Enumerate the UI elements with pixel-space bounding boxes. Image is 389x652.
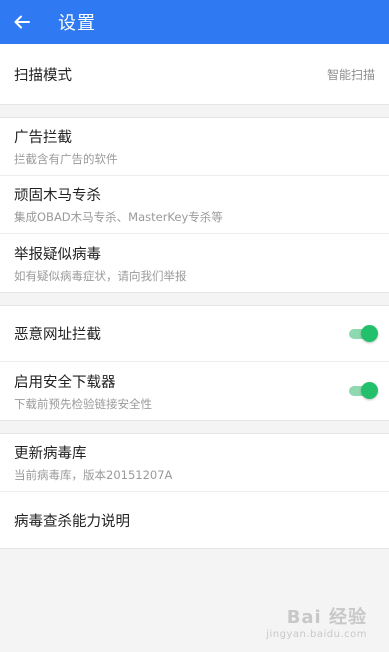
trojan-killer-item[interactable]: 顽固木马专杀 集成OBAD木马专杀、MasterKey专杀等 [0,176,389,234]
back-button[interactable] [2,0,42,44]
protection-section: 广告拦截 拦截含有广告的软件 顽固木马专杀 集成OBAD木马专杀、MasterK… [0,117,389,293]
ad-block-subtitle: 拦截含有广告的软件 [14,152,118,166]
report-virus-item[interactable]: 举报疑似病毒 如有疑似病毒症状，请向我们举报 [0,234,389,292]
detection-capability-item[interactable]: 病毒查杀能力说明 [0,492,389,548]
safe-downloader-subtitle: 下载前预先检验链接安全性 [14,396,152,411]
scan-mode-label: 扫描模式 [14,67,72,84]
update-virus-db-title: 更新病毒库 [14,446,87,462]
watermark-url: jingyan.baidu.com [266,629,367,640]
safe-downloader-title: 启用安全下载器 [14,374,116,391]
top-app-bar: 设置 [0,0,389,44]
arrow-left-icon [14,15,30,29]
trojan-killer-title: 顽固木马专杀 [14,188,101,204]
scan-mode-item[interactable]: 扫描模式 智能扫描 [0,44,389,104]
malicious-url-block-item[interactable]: 恶意网址拦截 [0,306,389,362]
trojan-killer-subtitle: 集成OBAD木马专杀、MasterKey专杀等 [14,210,223,224]
safe-downloader-toggle[interactable] [349,382,378,399]
scan-mode-value: 智能扫描 [326,67,375,82]
report-virus-subtitle: 如有疑似病毒症状，请向我们举报 [14,268,187,283]
scan-section: 扫描模式 智能扫描 [0,44,389,105]
baidu-jingyan-watermark: Bai 经验 jingyan.baidu.com [266,603,367,640]
virus-db-section: 更新病毒库 当前病毒库，版本20151207A 病毒查杀能力说明 [0,433,389,549]
ad-block-item[interactable]: 广告拦截 拦截含有广告的软件 [0,118,389,176]
safe-downloader-item[interactable]: 启用安全下载器 下载前预先检验链接安全性 [0,362,389,420]
toggle-knob [361,382,378,399]
report-virus-title: 举报疑似病毒 [14,246,101,263]
update-virus-db-item[interactable]: 更新病毒库 当前病毒库，版本20151207A [0,434,389,492]
page-title: 设置 [58,13,96,34]
watermark-brand: Bai 经验 [286,607,367,628]
web-protection-section: 恶意网址拦截 启用安全下载器 下载前预先检验链接安全性 [0,305,389,421]
malicious-url-title: 恶意网址拦截 [14,327,101,343]
virus-db-version: 当前病毒库，版本20151207A [14,468,173,482]
malicious-url-toggle[interactable] [349,324,378,342]
toggle-knob [361,324,378,342]
detection-capability-title: 病毒查杀能力说明 [14,513,130,530]
ad-block-title: 广告拦截 [14,130,72,146]
